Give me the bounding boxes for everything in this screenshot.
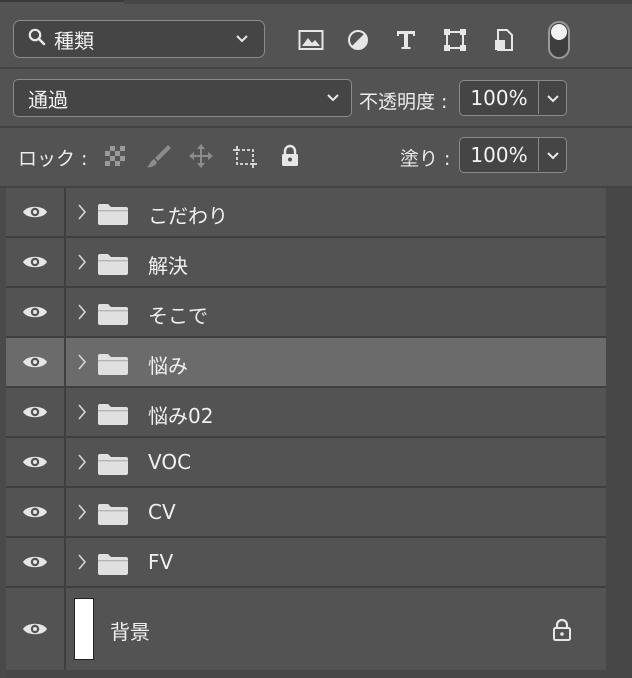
layer-name[interactable]: VOC	[148, 450, 191, 474]
folder-icon	[98, 453, 128, 479]
layer-name[interactable]: 背景	[110, 616, 150, 645]
folder-icon	[98, 553, 128, 579]
layer-name[interactable]: 解決	[148, 250, 188, 279]
fill-dropdown-button[interactable]	[538, 138, 566, 171]
layer-thumbnail[interactable]	[74, 598, 94, 660]
visibility-eye-icon[interactable]	[6, 538, 66, 586]
lock-artboard-icon[interactable]	[232, 143, 258, 169]
expand-chevron-icon[interactable]	[76, 202, 88, 226]
layer-name[interactable]: CV	[148, 500, 176, 524]
layer-row[interactable]: 解決	[6, 238, 606, 288]
lock-label: ロック :	[18, 148, 88, 170]
opacity-input[interactable]: 100%	[459, 80, 567, 116]
chevron-down-icon	[234, 30, 250, 50]
fill-label: 塗り :	[400, 148, 451, 170]
expand-chevron-icon[interactable]	[76, 502, 88, 526]
adjustment-filter-icon[interactable]	[344, 26, 372, 54]
chevron-down-icon	[325, 89, 341, 109]
chevron-down-icon	[546, 94, 559, 102]
expand-chevron-icon[interactable]	[76, 252, 88, 276]
blend-mode-select[interactable]: 通過	[13, 79, 352, 117]
visibility-eye-icon[interactable]	[6, 488, 66, 536]
layer-name[interactable]: そこで	[148, 300, 208, 329]
visibility-eye-icon[interactable]	[6, 238, 66, 286]
divider	[0, 67, 632, 69]
opacity-label: 不透明度 :	[359, 91, 448, 113]
blend-mode-value: 通過	[28, 87, 68, 112]
layer-row[interactable]: そこで	[6, 288, 606, 338]
layer-name[interactable]: 悩み02	[148, 400, 213, 429]
layer-name[interactable]: 悩み	[148, 350, 188, 379]
chevron-down-icon	[546, 151, 559, 159]
filter-kind-label: 種類	[54, 28, 94, 53]
lock-transparent-pixels-icon[interactable]	[102, 143, 128, 169]
lock-all-icon[interactable]	[277, 143, 303, 169]
image-filter-icon[interactable]	[297, 26, 325, 54]
toggle-knob	[551, 24, 567, 40]
opacity-dropdown-button[interactable]	[538, 81, 566, 114]
divider	[0, 126, 632, 128]
visibility-eye-icon[interactable]	[6, 588, 66, 670]
lock-image-pixels-icon[interactable]	[146, 143, 172, 169]
fill-value[interactable]: 100%	[460, 143, 538, 167]
layers-list: こだわり解決そこで悩み悩み02 VOC CV FV 背景	[6, 188, 606, 670]
folder-icon	[98, 253, 128, 279]
visibility-eye-icon[interactable]	[6, 188, 66, 236]
filter-toggle-switch[interactable]	[548, 21, 570, 59]
layer-name[interactable]: FV	[148, 550, 173, 574]
visibility-eye-icon[interactable]	[6, 388, 66, 436]
layer-row[interactable]: 悩み	[6, 338, 606, 388]
folder-icon	[98, 303, 128, 329]
expand-chevron-icon[interactable]	[76, 402, 88, 426]
layer-row-background[interactable]: 背景	[6, 588, 606, 670]
lock-position-icon[interactable]	[188, 143, 214, 169]
opacity-value[interactable]: 100%	[460, 86, 538, 110]
layers-bottom-edge	[6, 670, 606, 678]
expand-chevron-icon[interactable]	[76, 302, 88, 326]
folder-icon	[98, 203, 128, 229]
visibility-eye-icon[interactable]	[6, 438, 66, 486]
expand-chevron-icon[interactable]	[76, 352, 88, 376]
visibility-eye-icon[interactable]	[6, 288, 66, 336]
folder-icon	[98, 503, 128, 529]
folder-icon	[98, 403, 128, 429]
layer-row[interactable]: こだわり	[6, 188, 606, 238]
layer-row[interactable]: VOC	[6, 438, 606, 488]
folder-icon	[98, 353, 128, 379]
layer-lock-icon	[551, 618, 573, 646]
panel-tab-strip	[0, 0, 632, 4]
type-filter-icon[interactable]	[392, 26, 420, 54]
panel-tab[interactable]	[124, 0, 632, 4]
layer-name[interactable]: こだわり	[148, 200, 228, 229]
layer-row[interactable]: CV	[6, 488, 606, 538]
layers-scroll-gutter[interactable]	[606, 188, 632, 678]
visibility-eye-icon[interactable]	[6, 338, 66, 386]
shape-filter-icon[interactable]	[441, 26, 469, 54]
layers-panel: 種類 通過 不透明度 : 100% ロック : 塗り: 100% こだわり 解…	[0, 0, 632, 678]
search-icon	[28, 28, 46, 50]
expand-chevron-icon[interactable]	[76, 452, 88, 476]
layer-row[interactable]: FV	[6, 538, 606, 588]
layer-row[interactable]: 悩み02	[6, 388, 606, 438]
fill-input[interactable]: 100%	[459, 137, 567, 173]
layer-filter-select[interactable]: 種類	[13, 20, 265, 58]
expand-chevron-icon[interactable]	[76, 552, 88, 576]
smart-object-filter-icon[interactable]	[490, 26, 518, 54]
